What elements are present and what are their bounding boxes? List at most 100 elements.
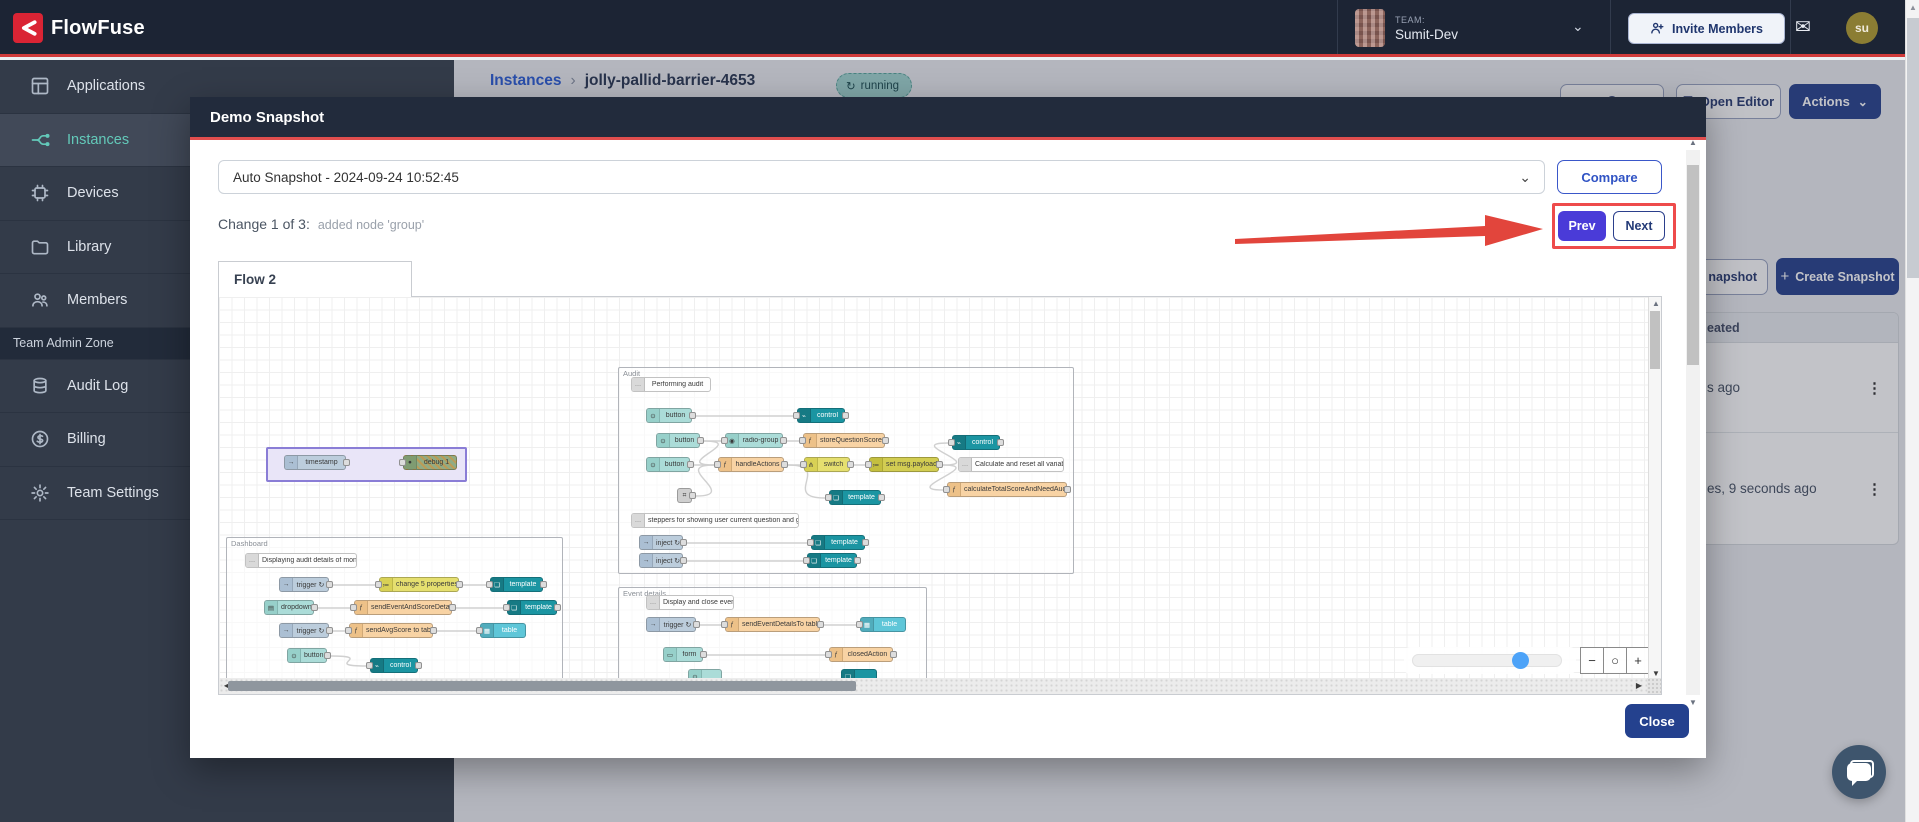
flow-node-change 5 properties[interactable]: ≔ change 5 properties [375, 577, 463, 592]
team-selector[interactable]: TEAM: Sumit-Dev [1355, 9, 1458, 47]
flow-node-button[interactable]: ⊙ button [646, 457, 694, 472]
page-scrollbar[interactable]: ▲ [1905, 0, 1919, 822]
flow-node-button[interactable]: ⊙ button [656, 433, 704, 448]
canvas-scroll-corner [1647, 678, 1661, 694]
zoom-reset-button[interactable]: ○ [1603, 647, 1627, 674]
output-port [430, 627, 437, 634]
flow-node-closedAction[interactable]: ƒ closedAction [825, 647, 897, 662]
zoom-slider[interactable] [1404, 647, 1576, 674]
form-node-icon: ▭ [664, 648, 677, 661]
output-port [687, 461, 694, 468]
zoom-out-button[interactable]: − [1580, 647, 1604, 674]
scroll-up-icon[interactable]: ▲ [1906, 3, 1919, 12]
flow-node-form[interactable]: ▭ form [663, 647, 707, 662]
flow-node-link[interactable]: ⌗ [677, 488, 696, 503]
sidebar-item-label: Team Settings [67, 484, 159, 501]
flow-node-sendEventDetailsTo table[interactable]: ƒ sendEventDetailsTo table [721, 617, 824, 632]
flow-node-storeQuestionScore[interactable]: ƒ storeQuestionScore [799, 433, 889, 448]
flow-node-label: steppers for showing user current questi… [648, 517, 798, 524]
output-port [540, 581, 547, 588]
flow-group-label: Dashboard [231, 539, 268, 548]
flow-node-switch[interactable]: ⋔ switch [800, 457, 854, 472]
flow-node-inject ↻[interactable]: → inject ↻ [639, 535, 687, 550]
invite-members-button[interactable]: Invite Members [1628, 13, 1785, 44]
canvas-vertical-scrollbar[interactable]: ▲ ▼ [1648, 297, 1661, 680]
flow-node-sendEventAndScoreDetails[interactable]: ƒ sendEventAndScoreDetails [350, 600, 456, 615]
flowfuse-brand[interactable]: FlowFuse [13, 13, 145, 43]
flow-node-trigger ↻[interactable]: → trigger ↻ [646, 617, 700, 632]
flow-node-set msg.payload[interactable]: ≔ set msg.payload [865, 457, 943, 472]
flow-node-button[interactable]: ⊙ button [646, 408, 696, 423]
team-settings-icon [31, 484, 49, 502]
flow-node-control[interactable]: ⌁ control [793, 408, 849, 423]
input-port [825, 494, 832, 501]
zoom-slider-track[interactable] [1412, 652, 1562, 669]
chevron-down-icon[interactable]: ⌄ [1572, 18, 1584, 35]
snapshot-select[interactable]: Auto Snapshot - 2024-09-24 10:52:45 ⌄ [218, 160, 1545, 194]
flow-node-label: inject ↻ [656, 539, 681, 547]
scroll-down-icon[interactable]: ▼ [1649, 669, 1663, 678]
change-status: Change 1 of 3: added node 'group' [218, 216, 424, 232]
scroll-down-icon[interactable]: ▼ [1686, 698, 1700, 707]
flow-node-debug 1[interactable]: ● debug 1 [399, 455, 457, 470]
navbar-divider [1337, 0, 1338, 54]
flow-node-label: trigger ↻ [663, 621, 692, 629]
tab-flow-2[interactable]: Flow 2 [218, 261, 412, 297]
sidebar-item-label: Library [67, 238, 112, 255]
scroll-up-icon[interactable]: ▲ [1649, 299, 1663, 308]
flow-node-table[interactable]: ▦ table [856, 617, 906, 632]
flow-node-radio-group[interactable]: ◉ radio-group [721, 433, 787, 448]
envelope-icon[interactable]: ✉ [1795, 16, 1811, 39]
flow-node-label: trigger ↻ [296, 581, 325, 589]
applications-icon [31, 77, 49, 95]
dialog-scrollbar[interactable]: ▲ ▼ [1686, 138, 1700, 707]
flow-node-template[interactable]: ❏ template [825, 490, 885, 505]
flow-node-control[interactable]: ⌁ control [948, 435, 1004, 450]
prev-button[interactable]: Prev [1558, 211, 1606, 241]
flow-node-trigger ↻[interactable]: → trigger ↻ [279, 577, 333, 592]
flow-node-template[interactable]: ❏ template [486, 577, 547, 592]
flow-node-label: Performing audit [651, 381, 704, 388]
flow-node-control[interactable]: ⌁ control [366, 658, 422, 673]
flow-node-Display and close events[interactable]: … Display and close events [646, 595, 734, 610]
user-avatar[interactable]: su [1846, 12, 1878, 44]
flow-node-sendAvgScore to table[interactable]: ƒ sendAvgScore to table [345, 623, 437, 638]
input-port [807, 539, 814, 546]
flow-node-template[interactable]: ❏ template [803, 553, 861, 568]
canvas-horizontal-scrollbar[interactable]: ◀ ▶ [219, 678, 1649, 694]
next-button[interactable]: Next [1613, 211, 1665, 241]
flow-node-template[interactable]: ❏ template [807, 535, 869, 550]
flow-node-table[interactable]: ▦ table [476, 623, 526, 638]
flow-node-calculateTotalScoreAndNeedAudit[interactable]: ƒ calculateTotalScoreAndNeedAudit [943, 482, 1071, 497]
compare-button[interactable]: Compare [1557, 160, 1662, 194]
flow-node-steppers for showing user current question and group[interactable]: … steppers for showing user current quest… [631, 513, 799, 528]
input-port [399, 459, 406, 466]
zoom-slider-thumb[interactable] [1512, 652, 1529, 669]
output-port [693, 621, 700, 628]
flow-node-template[interactable]: ❏ template [503, 600, 561, 615]
sidebar-item-label: Applications [67, 78, 146, 95]
flow-node-timestamp[interactable]: → timestamp [284, 455, 350, 470]
flow-node-label: table [501, 627, 518, 634]
scroll-up-icon[interactable]: ▲ [1686, 138, 1700, 147]
flow-node-label: switch [823, 461, 844, 468]
flow-node-trigger ↻[interactable]: → trigger ↻ [279, 623, 333, 638]
flow-node-inject ↻[interactable]: → inject ↻ [639, 553, 687, 568]
output-port [854, 557, 861, 564]
flow-node-dropdown[interactable]: ▤ dropdown [264, 600, 318, 615]
input-port [856, 621, 863, 628]
flow-node-Displaying audit details of month[interactable]: … Displaying audit details of month [245, 553, 357, 568]
flow-node-handleActions[interactable]: ƒ handleActions [714, 457, 788, 472]
output-port [326, 627, 333, 634]
flow-node-button[interactable]: ⊙ button [287, 648, 331, 663]
flow-node-label: control [816, 412, 838, 419]
annotation-arrow [1235, 215, 1543, 246]
flow-node-Calculate and reset all variable[interactable]: … Calculate and reset all variable [958, 457, 1064, 472]
flow-canvas[interactable]: Audit Dashboard Event details → timestamp ● de… [218, 296, 1662, 695]
zoom-in-button[interactable]: + [1626, 647, 1650, 674]
output-port [689, 492, 696, 499]
scroll-right-icon[interactable]: ▶ [1632, 681, 1646, 690]
close-button[interactable]: Close [1625, 704, 1689, 738]
chat-widget-button[interactable] [1832, 745, 1886, 799]
flow-node-Performing audit[interactable]: … Performing audit [631, 377, 711, 392]
